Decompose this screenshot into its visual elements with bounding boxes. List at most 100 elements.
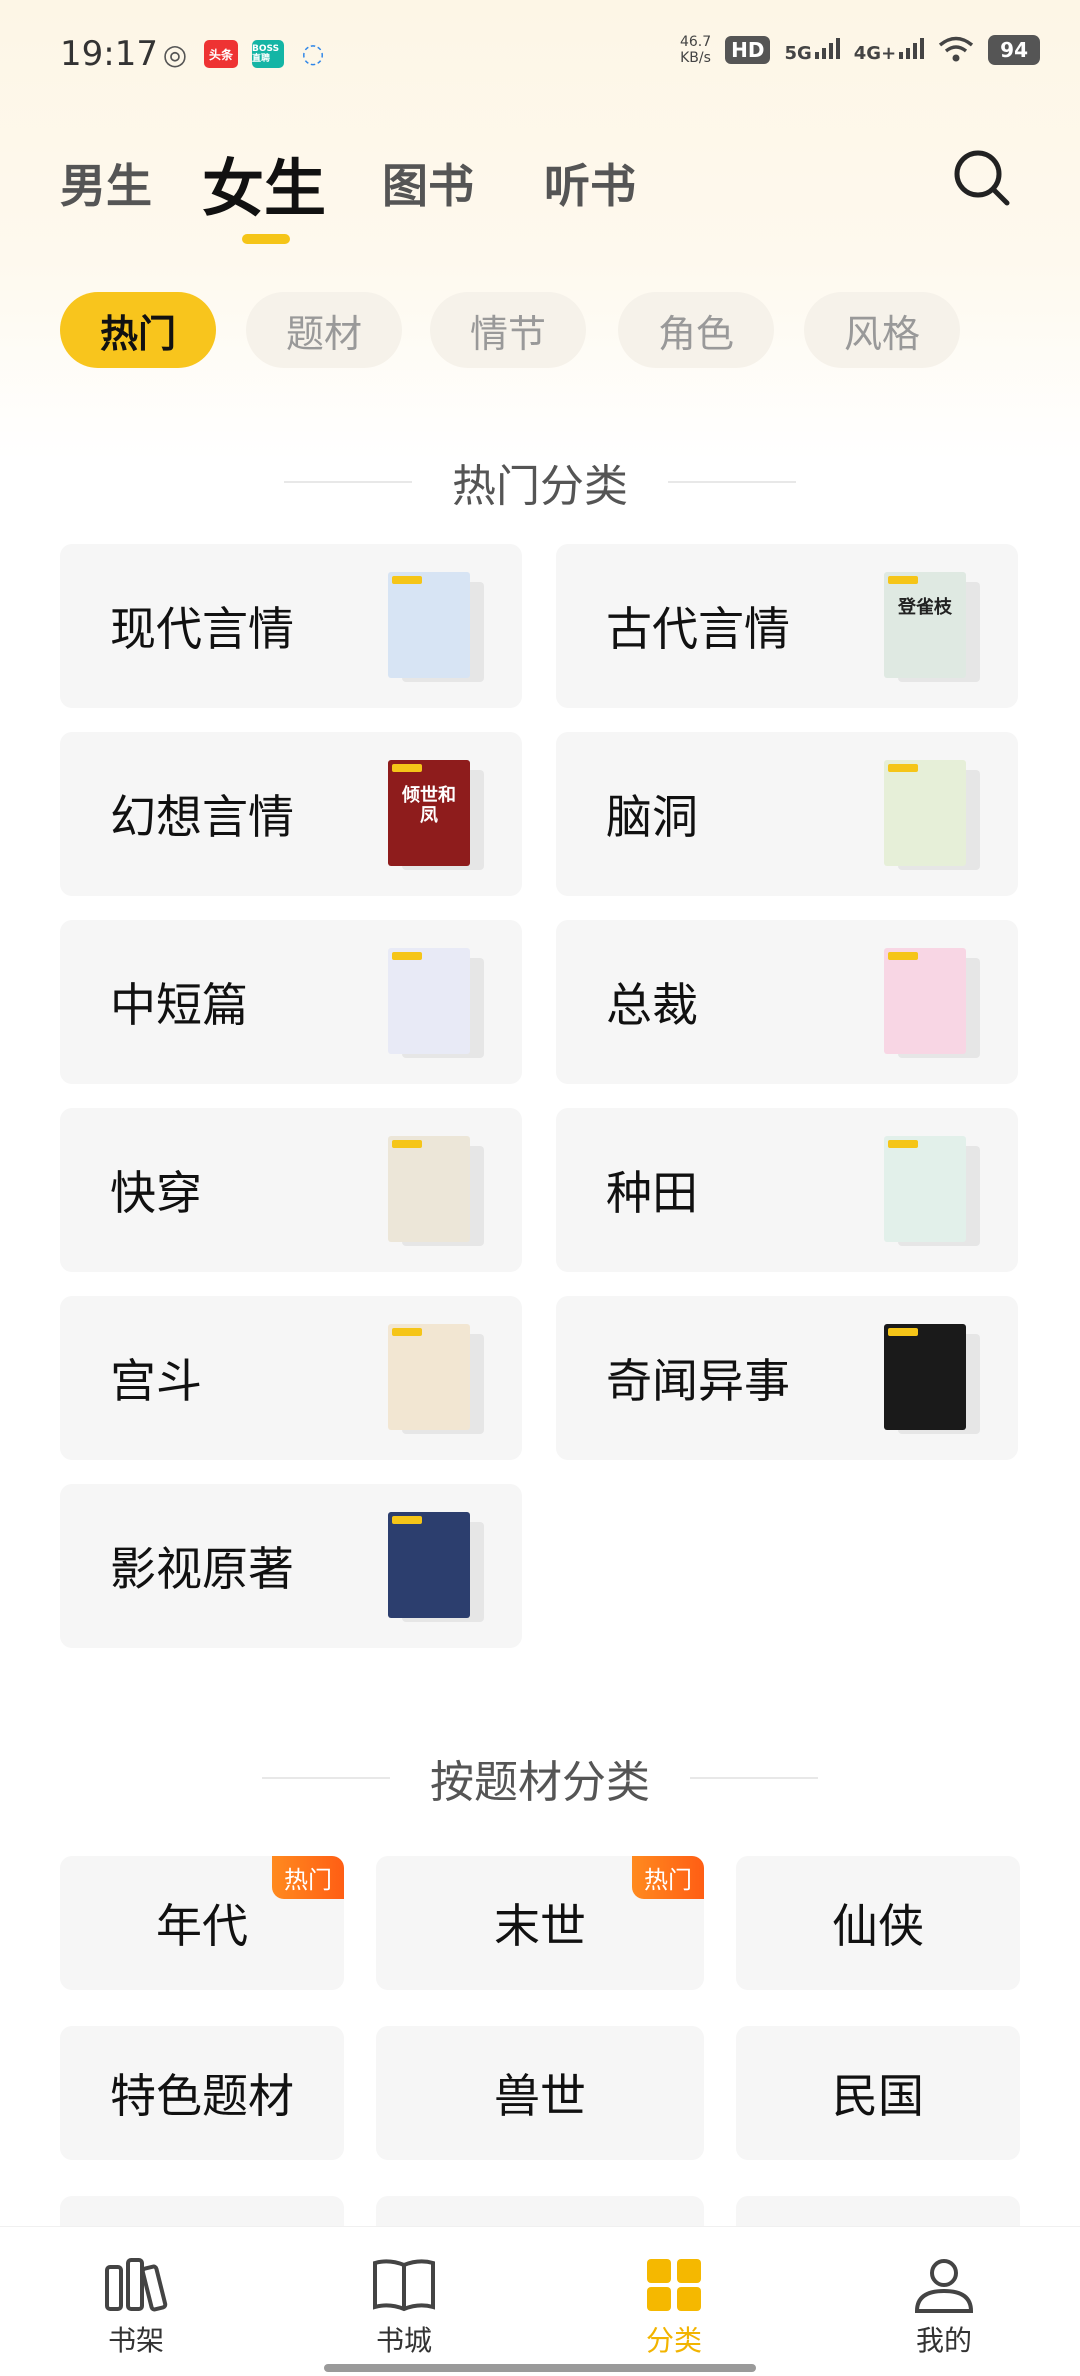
chip-style[interactable]: 风格: [804, 292, 960, 368]
publisher-badge: [392, 1140, 422, 1148]
publisher-badge: [392, 764, 422, 772]
book-cover-thumbnail: 倾世和凤: [388, 760, 484, 872]
category-label: 中短篇: [110, 978, 248, 1032]
theme-card[interactable]: 末世 热门: [376, 1856, 704, 1990]
signal-5g-label: 5G: [784, 42, 812, 64]
category-card[interactable]: 总裁: [556, 920, 1018, 1084]
publisher-badge: [392, 952, 422, 960]
home-indicator[interactable]: [324, 2364, 756, 2372]
category-grid-icon: [647, 2259, 701, 2311]
book-cover: [388, 1136, 470, 1242]
book-cover-thumbnail: [388, 1136, 484, 1248]
category-page: 19:17 ◎ 头条 BOSS直聘 ◌ 46.7 KB/s HD 5G 4G+ …: [0, 0, 1080, 2376]
status-time: 19:17: [60, 34, 158, 74]
category-card[interactable]: 中短篇: [60, 920, 522, 1084]
network-speed: 46.7 KB/s: [680, 34, 711, 66]
nav-bookstore[interactable]: 书城: [344, 2257, 464, 2359]
category-card[interactable]: 古代言情 登雀枝: [556, 544, 1018, 708]
chip-hot[interactable]: 热门: [60, 292, 216, 368]
theme-label: 民国: [832, 2069, 924, 2123]
network-speed-unit: KB/s: [680, 50, 711, 66]
category-card[interactable]: 种田: [556, 1108, 1018, 1272]
category-card[interactable]: 幻想言情 倾世和凤: [60, 732, 522, 896]
tab-female[interactable]: 女生: [202, 138, 326, 228]
book-cover: [884, 760, 966, 866]
theme-card[interactable]: 兽世: [376, 2026, 704, 2160]
nav-profile[interactable]: 我的: [884, 2257, 1004, 2359]
search-icon[interactable]: [952, 148, 1012, 208]
tab-male[interactable]: 男生: [60, 150, 152, 216]
signal-5g: 5G: [784, 37, 840, 64]
book-cover-thumbnail: [388, 948, 484, 1060]
category-card[interactable]: 脑洞: [556, 732, 1018, 896]
category-card[interactable]: 宫斗: [60, 1296, 522, 1460]
book-cover-thumbnail: [884, 948, 980, 1060]
toutiao-icon: 头条: [204, 40, 238, 68]
book-cover: [388, 948, 470, 1054]
signal-4g-label: 4G+: [853, 42, 897, 64]
status-right: 46.7 KB/s HD 5G 4G+ 94: [680, 34, 1040, 66]
theme-categories-title: 按题材分类: [430, 1757, 650, 1808]
battery-indicator: 94: [988, 35, 1040, 65]
theme-card[interactable]: 仙侠: [736, 1856, 1020, 1990]
hot-categories-title: 热门分类: [452, 461, 628, 512]
book-cover: [388, 572, 470, 678]
publisher-badge: [888, 764, 918, 772]
status-bar: 19:17 ◎ 头条 BOSS直聘 ◌ 46.7 KB/s HD 5G 4G+ …: [0, 0, 1080, 110]
book-cover: [884, 948, 966, 1054]
tab-audiobooks[interactable]: 听书: [544, 150, 636, 216]
nav-category[interactable]: 分类: [614, 2257, 734, 2359]
hd-icon: HD: [725, 36, 771, 64]
divider: [690, 1777, 818, 1779]
chip-role[interactable]: 角色: [618, 292, 774, 368]
chip-theme[interactable]: 题材: [246, 292, 402, 368]
category-label: 幻想言情: [110, 790, 294, 844]
chip-plot[interactable]: 情节: [430, 292, 586, 368]
category-card[interactable]: 现代言情: [60, 544, 522, 708]
book-cover-thumbnail: [388, 1324, 484, 1436]
book-cover: [388, 1512, 470, 1618]
cover-title: 倾世和凤: [402, 785, 456, 826]
nav-bookshelf[interactable]: 书架: [76, 2257, 196, 2359]
category-label: 现代言情: [110, 602, 294, 656]
boss-zhipin-icon: BOSS直聘: [252, 40, 284, 68]
theme-categories-heading: 按题材分类: [0, 1746, 1080, 1810]
publisher-badge: [888, 1140, 918, 1148]
bookshelf-icon: [105, 2258, 168, 2312]
book-cover: 登雀枝: [884, 572, 966, 678]
book-cover-thumbnail: 登雀枝: [884, 572, 980, 684]
publisher-badge: [888, 952, 918, 960]
wechat-icon: ◎: [162, 37, 188, 71]
publisher-badge: [888, 576, 918, 584]
profile-icon: [914, 2259, 974, 2313]
category-card[interactable]: 影视原著: [60, 1484, 522, 1648]
theme-card[interactable]: 特色题材: [60, 2026, 344, 2160]
category-label: 脑洞: [606, 790, 698, 844]
theme-label: 年代: [156, 1899, 248, 1953]
category-label: 影视原著: [110, 1542, 294, 1596]
category-label: 奇闻异事: [606, 1354, 790, 1408]
category-label: 宫斗: [110, 1354, 202, 1408]
divider: [284, 481, 412, 483]
category-label: 古代言情: [606, 602, 790, 656]
category-card[interactable]: 快穿: [60, 1108, 522, 1272]
book-cover-thumbnail: [884, 1324, 980, 1436]
theme-card[interactable]: 年代 热门: [60, 1856, 344, 1990]
category-card[interactable]: 奇闻异事: [556, 1296, 1018, 1460]
divider: [262, 1777, 390, 1779]
theme-card[interactable]: 民国: [736, 2026, 1020, 2160]
publisher-badge: [392, 1516, 422, 1524]
tab-books[interactable]: 图书: [382, 150, 474, 216]
active-tab-indicator: [242, 234, 290, 244]
publisher-badge: [888, 1328, 918, 1336]
nav-category-label: 分类: [645, 2324, 702, 2357]
category-label: 快穿: [110, 1166, 202, 1220]
open-book-icon: [373, 2259, 435, 2312]
category-label: 种田: [606, 1166, 698, 1220]
publisher-badge: [392, 576, 422, 584]
theme-label: 末世: [494, 1899, 586, 1953]
signal-bars-icon: [899, 37, 925, 59]
hot-badge: 热门: [272, 1856, 344, 1899]
nav-profile-label: 我的: [915, 2324, 972, 2357]
book-cover: 倾世和凤: [388, 760, 470, 866]
